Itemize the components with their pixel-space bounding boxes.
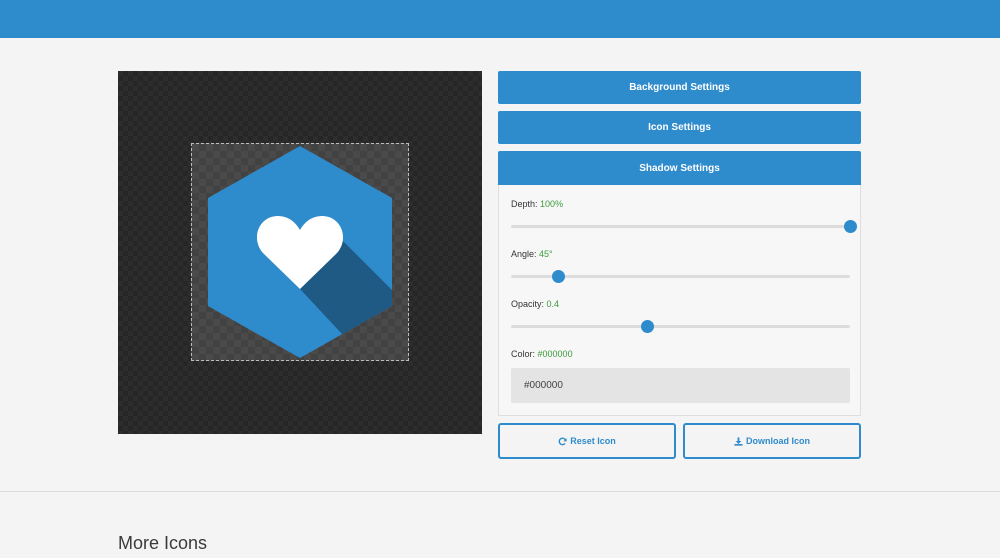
more-icons-heading: More Icons — [118, 533, 208, 553]
icon-bounding-box — [191, 143, 409, 361]
depth-value: 100% — [540, 199, 564, 209]
depth-label: Depth: 100% — [511, 199, 564, 209]
angle-slider[interactable] — [511, 270, 850, 283]
color-label: Color: #000000 — [511, 349, 573, 359]
depth-slider[interactable] — [511, 220, 857, 233]
color-value: #000000 — [537, 349, 573, 359]
icon-preview — [208, 146, 392, 358]
opacity-label: Opacity: 0.4 — [511, 299, 560, 309]
section-divider — [0, 491, 1000, 492]
opacity-slider-thumb[interactable] — [640, 320, 654, 333]
reset-icon-label: Reset Icon — [570, 436, 616, 446]
shadow-color-input[interactable] — [511, 368, 850, 403]
angle-slider-thumb[interactable] — [552, 270, 566, 283]
icon-settings-button[interactable]: Icon Settings — [498, 111, 861, 144]
shadow-settings-panel: Depth: 100% Angle: 45° Opacity: 0.4 Colo… — [498, 185, 861, 416]
download-icon-button[interactable]: Download Icon — [683, 423, 861, 459]
depth-slider-thumb[interactable] — [844, 220, 857, 233]
icon-preview-canvas — [118, 71, 482, 434]
background-settings-button[interactable]: Background Settings — [498, 71, 861, 104]
refresh-icon — [558, 436, 567, 445]
download-icon-label: Download Icon — [746, 436, 810, 446]
top-bar-zigzag-edge — [0, 34, 1000, 40]
shadow-settings-button[interactable]: Shadow Settings — [498, 151, 861, 185]
opacity-value: 0.4 — [546, 299, 560, 309]
opacity-slider[interactable] — [511, 320, 850, 333]
top-bar — [0, 0, 1000, 38]
angle-label: Angle: 45° — [511, 249, 553, 259]
angle-value: 45° — [539, 249, 553, 259]
download-icon — [734, 436, 743, 446]
reset-icon-button[interactable]: Reset Icon — [498, 423, 676, 459]
